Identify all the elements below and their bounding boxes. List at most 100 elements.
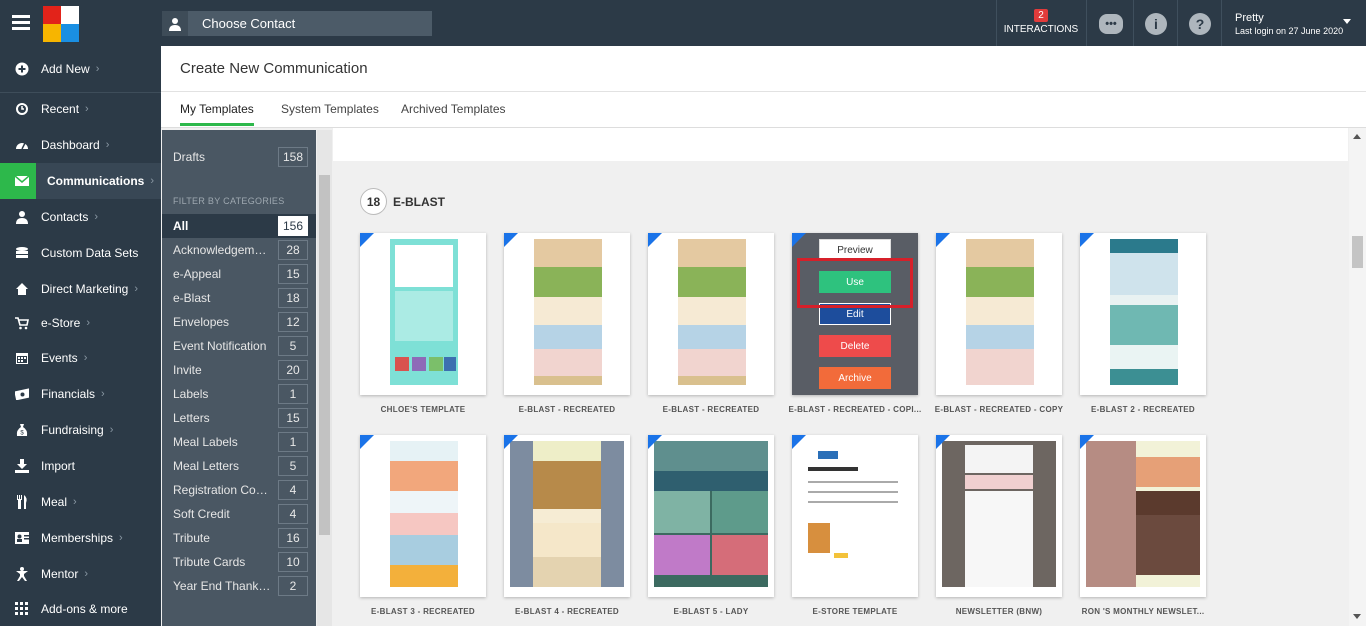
sidebar: Add New › Recent › Dashboard › Communicatio… [0, 46, 161, 626]
category-item[interactable]: Envelopes 12 [162, 310, 316, 334]
drafts-count: 158 [278, 147, 308, 167]
template-thumbnail [534, 239, 602, 385]
sidebar-item-communications[interactable]: Communications › [0, 163, 161, 199]
category-all[interactable]: All 156 [162, 214, 316, 238]
template-label: CHLOE'S TEMPLATE [380, 405, 466, 414]
cutlery-icon [15, 495, 29, 509]
user-menu[interactable]: Pretty Last login on 27 June 2020 [1235, 12, 1343, 36]
category-item[interactable]: Year End Thank ... 2 [162, 574, 316, 598]
templates-scrollbar[interactable] [1349, 128, 1366, 626]
category-item[interactable]: Acknowledgeme... 28 [162, 238, 316, 262]
sidebar-item-mentor[interactable]: Mentor › [0, 556, 161, 592]
category-count: 5 [278, 456, 308, 476]
category-count: 20 [278, 360, 308, 380]
sidebar-item-add-ons[interactable]: Add-ons & more [0, 591, 161, 626]
category-item[interactable]: Meal Labels 1 [162, 430, 316, 454]
scroll-down-arrow-icon[interactable] [1353, 614, 1361, 619]
category-item[interactable]: Tribute 16 [162, 526, 316, 550]
sidebar-item-recent[interactable]: Recent › [0, 91, 161, 127]
scroll-up-arrow-icon[interactable] [1353, 134, 1361, 139]
home-icon [15, 282, 29, 296]
app-logo[interactable] [43, 6, 79, 42]
template-card[interactable] [1080, 233, 1206, 395]
hamburger-menu-icon[interactable] [12, 15, 30, 31]
templates-area: 18 E-BLAST CHLOE'S TEMPLATE E-BLAST - RE… [333, 128, 1348, 626]
tab-system-templates[interactable]: System Templates [281, 102, 379, 116]
interactions-button[interactable]: 2 INTERACTIONS [997, 0, 1085, 46]
template-card[interactable] [1080, 435, 1206, 597]
category-name: Acknowledgeme... [173, 243, 271, 257]
sidebar-item-label: Fundraising [41, 423, 104, 437]
template-card[interactable] [504, 233, 630, 395]
sidebar-item-label: Contacts [41, 210, 89, 224]
section-header: 18 E-BLAST [360, 188, 445, 215]
tab-my-templates[interactable]: My Templates [180, 102, 254, 126]
sidebar-item-direct-marketing[interactable]: Direct Marketing › [0, 271, 161, 307]
chat-icon[interactable]: ••• [1099, 14, 1123, 34]
template-thumbnail [390, 239, 458, 385]
filter-scrollbar[interactable] [317, 130, 332, 626]
archive-button[interactable]: Archive [819, 367, 891, 389]
tab-archived-templates[interactable]: Archived Templates [401, 102, 506, 116]
template-card[interactable] [360, 435, 486, 597]
category-item[interactable]: Soft Credit 4 [162, 502, 316, 526]
previous-section-remnant [333, 128, 1348, 161]
template-card[interactable] [792, 435, 918, 597]
sidebar-item-memberships[interactable]: Memberships › [0, 520, 161, 556]
template-label: RON 'S MONTHLY NEWSLET... [1081, 607, 1205, 616]
category-count: 15 [278, 264, 308, 284]
sidebar-item-fundraising[interactable]: $ Fundraising › [0, 412, 161, 448]
sidebar-item-financials[interactable]: Financials › [0, 376, 161, 412]
category-item[interactable]: e-Appeal 15 [162, 262, 316, 286]
sidebar-item-events[interactable]: Events › [0, 340, 161, 376]
category-item[interactable]: Event Notification 5 [162, 334, 316, 358]
template-card[interactable] [936, 435, 1062, 597]
sidebar-item-contacts[interactable]: Contacts › [0, 199, 161, 235]
template-card[interactable] [936, 233, 1062, 395]
category-name: Envelopes [173, 315, 230, 329]
template-card[interactable] [648, 435, 774, 597]
interactions-label: INTERACTIONS [1003, 24, 1079, 35]
category-name: Meal Labels [173, 435, 238, 449]
sidebar-item-add-new[interactable]: Add New › [0, 51, 161, 87]
category-item[interactable]: Invite 20 [162, 358, 316, 382]
sidebar-item-label: Mentor [41, 567, 79, 581]
category-item[interactable]: Letters 15 [162, 406, 316, 430]
template-card[interactable] [360, 233, 486, 395]
category-count: 10 [278, 552, 308, 572]
category-item[interactable]: Labels 1 [162, 382, 316, 406]
category-item[interactable]: Tribute Cards 10 [162, 550, 316, 574]
interactions-count-badge: 2 [1034, 9, 1048, 22]
category-name: Letters [173, 411, 210, 425]
page-title: Create New Communication [180, 60, 368, 77]
user-icon [162, 11, 188, 36]
sidebar-item-dashboard[interactable]: Dashboard › [0, 127, 161, 163]
category-item[interactable]: Meal Letters 5 [162, 454, 316, 478]
drafts-item[interactable]: Drafts 158 [162, 142, 316, 172]
template-label: E-STORE TEMPLATE [812, 607, 898, 616]
template-label: E-BLAST - RECREATED [518, 405, 616, 414]
tab-label: Archived Templates [401, 102, 506, 116]
template-card[interactable] [648, 233, 774, 395]
category-name: Tribute [173, 531, 210, 545]
category-item[interactable]: Registration Con... 4 [162, 478, 316, 502]
sidebar-item-meal[interactable]: Meal › [0, 484, 161, 520]
template-thumbnail [390, 441, 458, 587]
sidebar-item-custom-data-sets[interactable]: Custom Data Sets [0, 235, 161, 271]
info-icon[interactable]: i [1145, 13, 1167, 35]
category-item[interactable]: e-Blast 18 [162, 286, 316, 310]
template-label: E-BLAST - RECREATED - COPI... [788, 405, 922, 414]
sidebar-item-e-store[interactable]: e-Store › [0, 305, 161, 341]
tab-label: My Templates [180, 102, 254, 116]
sidebar-item-label: Add New [41, 62, 90, 76]
category-name: Labels [173, 387, 209, 401]
sidebar-item-label: Memberships [41, 531, 114, 545]
sidebar-item-import[interactable]: Import [0, 448, 161, 484]
choose-contact-field[interactable]: Choose Contact [162, 11, 432, 36]
last-login: Last login on 27 June 2020 [1235, 26, 1344, 36]
user-menu-caret-icon[interactable] [1343, 19, 1351, 24]
help-icon[interactable]: ? [1189, 13, 1211, 35]
template-label: E-BLAST - RECREATED [662, 405, 760, 414]
template-card[interactable] [504, 435, 630, 597]
delete-button[interactable]: Delete [819, 335, 891, 357]
